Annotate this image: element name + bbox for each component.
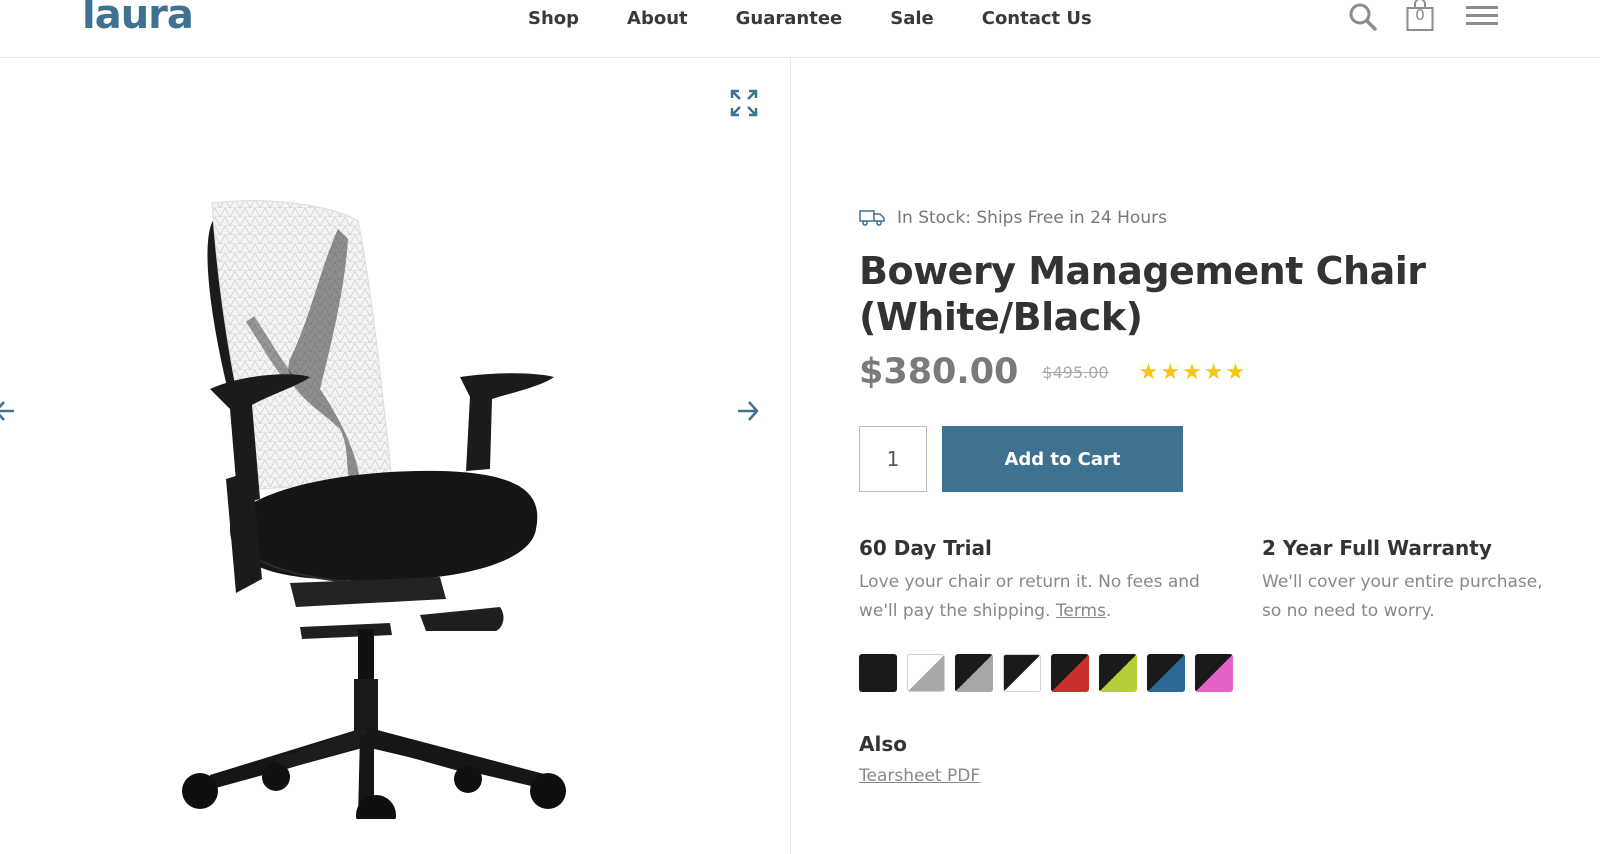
star-icon: ★ (1182, 359, 1202, 384)
current-price: $380.00 (859, 352, 1019, 392)
swatch-black[interactable] (859, 654, 897, 692)
add-to-cart-button[interactable]: Add to Cart (942, 426, 1183, 492)
hamburger-menu-icon[interactable] (1466, 4, 1498, 33)
cart-count: 0 (1415, 6, 1425, 24)
quantity-input[interactable] (859, 426, 927, 492)
delivery-truck-icon (859, 210, 885, 226)
terms-link[interactable]: Terms (1056, 601, 1106, 621)
expand-icon[interactable] (730, 89, 758, 122)
trial-text: Love your chair or return it. No fees an… (859, 568, 1229, 626)
warranty-feature: 2 Year Full Warranty We'll cover your en… (1262, 536, 1562, 626)
also-heading: Also (859, 732, 907, 756)
price-row: $380.00 $495.00 ★ ★ ★ ★ ★ (859, 352, 1245, 392)
swatch-black-red[interactable] (1051, 654, 1089, 692)
trial-description: Love your chair or return it. No fees an… (859, 572, 1200, 621)
nav-sale[interactable]: Sale (890, 8, 934, 29)
stock-text: In Stock: Ships Free in 24 Hours (897, 208, 1167, 228)
swatch-black-blue[interactable] (1147, 654, 1185, 692)
nav-about[interactable]: About (627, 8, 688, 29)
swatch-black-green[interactable] (1099, 654, 1137, 692)
swatch-black-gray[interactable] (955, 654, 993, 692)
shopping-bag-icon[interactable]: 0 (1406, 0, 1434, 37)
trial-suffix: . (1105, 601, 1112, 621)
search-icon[interactable] (1348, 2, 1378, 37)
star-icon: ★ (1203, 359, 1224, 384)
arrow-left-icon[interactable] (0, 399, 16, 428)
trial-title: 60 Day Trial (859, 536, 992, 560)
nav-contact-us[interactable]: Contact Us (982, 8, 1092, 29)
star-icon: ★ (1160, 359, 1181, 384)
tearsheet-pdf-link[interactable]: Tearsheet PDF (859, 766, 980, 786)
stock-status: In Stock: Ships Free in 24 Hours (859, 208, 1167, 228)
star-icon: ★ (1138, 359, 1159, 384)
swatch-black-pink[interactable] (1195, 654, 1233, 692)
nav-shop[interactable]: Shop (528, 8, 579, 29)
swatch-white-gray[interactable] (907, 654, 945, 692)
brand-logo[interactable]: laura (82, 0, 194, 38)
swatch-black-white[interactable] (1003, 654, 1041, 692)
product-title: Bowery Management Chair (White/Black) (859, 249, 1426, 339)
color-swatches (859, 654, 1233, 692)
original-price: $495.00 (1042, 362, 1109, 382)
nav-guarantee[interactable]: Guarantee (736, 8, 843, 29)
warranty-text: We'll cover your entire purchase, so no … (1262, 572, 1543, 621)
product-image (182, 200, 566, 819)
product-gallery (0, 59, 791, 854)
trial-feature: 60 Day Trial Love your chair or return i… (859, 536, 1229, 626)
arrow-right-icon[interactable] (736, 399, 760, 428)
star-icon: ★ (1225, 359, 1246, 384)
main-nav: Shop About Guarantee Sale Contact Us (528, 8, 1092, 29)
site-header: laura Shop About Guarantee Sale Contact … (0, 0, 1600, 58)
star-rating[interactable]: ★ ★ ★ ★ ★ (1139, 361, 1246, 383)
warranty-title: 2 Year Full Warranty (1262, 536, 1492, 560)
